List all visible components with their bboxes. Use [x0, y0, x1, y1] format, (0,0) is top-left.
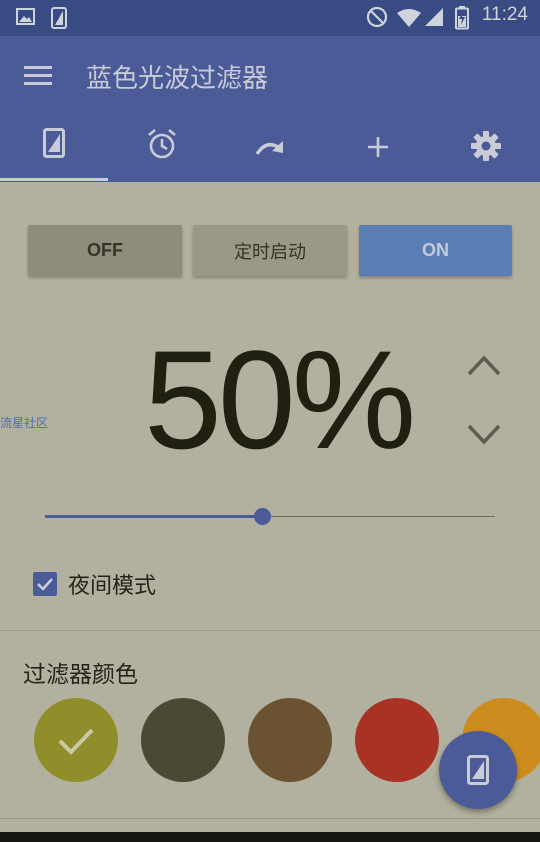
intensity-value: 50%	[144, 321, 416, 478]
menu-icon[interactable]	[24, 66, 54, 88]
color-swatch-olive[interactable]	[34, 698, 118, 782]
tab-indicator	[0, 178, 108, 181]
slider-thumb[interactable]	[254, 508, 271, 525]
night-mode-checkbox[interactable]	[33, 572, 57, 596]
filter-fab[interactable]	[439, 731, 517, 809]
screen-icon	[51, 7, 67, 29]
color-swatch-red[interactable]	[355, 698, 439, 782]
signal-icon	[425, 8, 443, 26]
tab-filter[interactable]	[0, 128, 108, 180]
alarm-icon	[148, 129, 176, 159]
timer-button[interactable]: 定时启动	[193, 225, 347, 276]
off-button[interactable]: OFF	[28, 225, 182, 276]
clock-time: 11:24	[481, 4, 528, 25]
color-swatch-brown[interactable]	[248, 698, 332, 782]
watermark: 流星社区	[0, 416, 49, 430]
status-bar: 11:24	[0, 0, 540, 36]
image-icon	[16, 8, 35, 25]
app-title: 蓝色光波过滤器	[86, 64, 269, 94]
redo-icon	[255, 141, 283, 155]
decrease-chevron-icon[interactable]	[466, 420, 502, 448]
on-button[interactable]: ON	[359, 225, 512, 276]
divider	[0, 630, 540, 631]
tab-alarm[interactable]	[108, 128, 216, 180]
night-mode-label: 夜间模式	[68, 574, 157, 599]
increase-chevron-icon[interactable]	[466, 352, 502, 380]
do-not-disturb-icon	[366, 6, 388, 28]
screen-icon	[43, 128, 65, 158]
check-icon	[37, 578, 53, 591]
slider-fill	[45, 515, 262, 518]
filter-colors-title: 过滤器颜色	[23, 662, 138, 688]
plus-icon	[368, 137, 388, 157]
wifi-icon	[397, 9, 421, 27]
gear-icon	[471, 131, 501, 161]
tab-settings[interactable]	[432, 128, 540, 180]
tab-redo[interactable]	[216, 128, 324, 180]
color-swatch-dark[interactable]	[141, 698, 225, 782]
screen-icon	[467, 755, 489, 785]
divider	[0, 818, 540, 819]
navigation-bar	[0, 832, 540, 842]
battery-charging-icon	[455, 6, 469, 30]
check-icon	[58, 728, 94, 755]
tab-add[interactable]	[324, 128, 432, 180]
intensity-slider[interactable]	[45, 508, 495, 526]
